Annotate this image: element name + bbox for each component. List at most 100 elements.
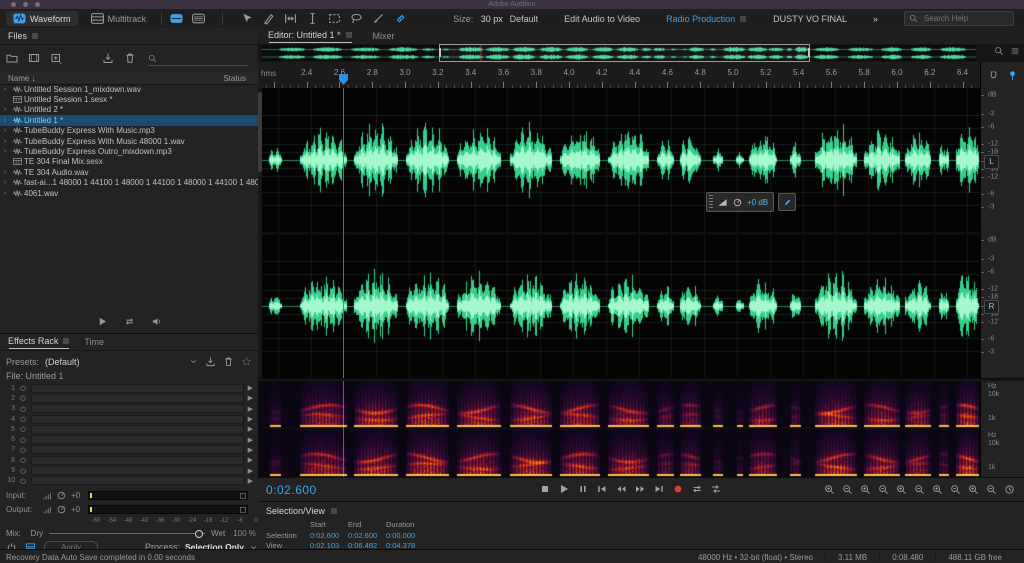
- slot-power-icon[interactable]: [19, 467, 27, 475]
- razor-tool-icon[interactable]: [262, 12, 275, 25]
- volume-hud[interactable]: +0 dB: [706, 193, 796, 211]
- workspace-edit-audio-to-video[interactable]: Edit Audio to Video: [564, 14, 640, 24]
- zoom-out-time-button[interactable]: [840, 482, 854, 496]
- skip-selection-button[interactable]: [709, 482, 723, 496]
- panel-menu-icon[interactable]: [31, 32, 39, 40]
- effect-slot-4[interactable]: 4▶: [0, 414, 258, 424]
- mix-slider[interactable]: [49, 533, 205, 534]
- workspace-default[interactable]: Default: [510, 14, 539, 24]
- tab-selection-view[interactable]: Selection/View: [266, 506, 338, 516]
- multitrack-mode-button[interactable]: Multitrack: [84, 11, 154, 26]
- panel-menu-icon[interactable]: [330, 507, 338, 515]
- effect-slot-9[interactable]: 9▶: [0, 465, 258, 475]
- rewind-button[interactable]: [614, 482, 628, 496]
- file-row[interactable]: ›TE 304 Audio.wav: [0, 167, 258, 177]
- waveform-canvas[interactable]: [262, 88, 980, 378]
- effect-slot-5[interactable]: 5▶: [0, 424, 258, 434]
- input-knob-icon[interactable]: [56, 490, 67, 501]
- effect-slot-3[interactable]: 3▶: [0, 404, 258, 414]
- presets-dropdown-icon[interactable]: [189, 357, 198, 366]
- waveform-view-icon[interactable]: [170, 12, 183, 25]
- tab-effects-rack[interactable]: Effects Rack: [8, 336, 70, 348]
- save-preset-icon[interactable]: [205, 356, 216, 367]
- hud-gain-value[interactable]: +0 dB: [747, 198, 768, 207]
- export-mixdown-icon[interactable]: [102, 52, 114, 64]
- zoom-out-amplitude-button[interactable]: [876, 482, 890, 496]
- effect-slot-1[interactable]: 1▶: [0, 383, 258, 393]
- stop-button[interactable]: [538, 482, 552, 496]
- effect-slot-6[interactable]: 6▶: [0, 434, 258, 444]
- go-to-start-button[interactable]: [595, 482, 609, 496]
- zoom-in-time-button[interactable]: [822, 482, 836, 496]
- marker-pin-icon[interactable]: [1007, 70, 1018, 81]
- selection-start[interactable]: 0:02.600: [310, 531, 348, 542]
- workspace-dusty-vo-final[interactable]: DUSTY VO FINAL: [773, 14, 847, 24]
- file-row[interactable]: ›fast-ai...1 48000 1 44100 1 48000 1 441…: [0, 178, 258, 188]
- slot-power-icon[interactable]: [19, 436, 27, 444]
- zoom-to-in-point-button[interactable]: [894, 482, 908, 496]
- workspace-overflow-chevrons[interactable]: »: [873, 14, 878, 24]
- timeline-ruler[interactable]: hms 2.42.62.83.03.23.43.63.84.04.24.44.6…: [258, 62, 1024, 89]
- loop-playback-button[interactable]: [690, 482, 704, 496]
- file-row[interactable]: TE 304 Final Mix.sesx: [0, 157, 258, 167]
- slot-power-icon[interactable]: [19, 425, 27, 433]
- tab-editor[interactable]: Editor: Untitled 1 *: [268, 30, 353, 42]
- selection-end[interactable]: 0:02.600: [348, 531, 386, 542]
- channel-badge-r[interactable]: R: [984, 300, 999, 314]
- tab-files[interactable]: Files: [8, 31, 39, 41]
- tab-time[interactable]: Time: [84, 337, 104, 347]
- play-button[interactable]: [557, 482, 571, 496]
- channel-badge-l[interactable]: L: [984, 155, 999, 169]
- go-to-end-button[interactable]: [652, 482, 666, 496]
- spectral-display[interactable]: Hz10k1kHz10k1k: [258, 381, 1024, 477]
- file-row[interactable]: ›TubeBuddy Express With Music.mp3: [0, 126, 258, 136]
- file-row[interactable]: ›TubeBuddy Express Outro_mixdown.mp3: [0, 146, 258, 156]
- view-range-box[interactable]: [439, 44, 810, 62]
- range-left-handle[interactable]: [439, 48, 441, 57]
- marquee-selection-tool-icon[interactable]: [328, 12, 341, 25]
- name-column-header[interactable]: Name ↓: [8, 74, 36, 83]
- file-row[interactable]: ›Untitled Session 1_mixdown.wav: [0, 84, 258, 94]
- zoom-navigator[interactable]: [258, 44, 1024, 62]
- hud-drag-grip[interactable]: [709, 195, 713, 209]
- input-gain-value[interactable]: +0: [71, 491, 80, 500]
- file-row[interactable]: ›TubeBuddy Express With Music 48000 1.wa…: [0, 136, 258, 146]
- mix-slider-handle[interactable]: [195, 530, 203, 538]
- preview-loop-icon[interactable]: [124, 316, 135, 327]
- time-selection-tool-icon[interactable]: [306, 12, 319, 25]
- zoom-in-amplitude-button[interactable]: [858, 482, 872, 496]
- favorite-icon[interactable]: [241, 356, 252, 367]
- output-knob-icon[interactable]: [56, 504, 67, 515]
- slot-power-icon[interactable]: [19, 456, 27, 464]
- zoom-to-out-point-button[interactable]: [912, 482, 926, 496]
- zoom-to-selection-button[interactable]: [930, 482, 944, 496]
- navigator-zoom-icon[interactable]: [994, 46, 1004, 56]
- delete-preset-icon[interactable]: [223, 356, 234, 367]
- zoom-out-button[interactable]: [984, 482, 998, 496]
- waveform-display[interactable]: +0 dB dB-3-6-12-18-∞-18-12-6-3LdB-3-6-12…: [258, 88, 1024, 378]
- spectral-view-icon[interactable]: [192, 12, 205, 25]
- open-file-icon[interactable]: [6, 52, 18, 64]
- tab-mixer[interactable]: Mixer: [373, 31, 395, 41]
- hud-knob-icon[interactable]: [732, 197, 743, 208]
- snapping-clock-button[interactable]: [1002, 482, 1016, 496]
- workspace-radio-production[interactable]: Radio Production: [666, 14, 747, 24]
- presets-value[interactable]: (Default): [45, 357, 80, 367]
- slot-power-icon[interactable]: [19, 405, 27, 413]
- paintbrush-selection-tool-icon[interactable]: [372, 12, 385, 25]
- move-tool-icon[interactable]: [240, 12, 253, 25]
- status-column-header[interactable]: Status: [223, 74, 246, 83]
- file-row[interactable]: ›Untitled 2 *: [0, 105, 258, 115]
- slot-power-icon[interactable]: [19, 415, 27, 423]
- output-gain-value[interactable]: +0: [71, 505, 80, 514]
- zoom-in-button[interactable]: [966, 482, 980, 496]
- record-button[interactable]: [671, 482, 685, 496]
- new-item-icon[interactable]: [50, 52, 62, 64]
- effect-slot-10[interactable]: 10▶: [0, 476, 258, 486]
- magnet-snap-icon[interactable]: [988, 70, 999, 81]
- slot-power-icon[interactable]: [19, 384, 27, 392]
- effect-slot-2[interactable]: 2▶: [0, 393, 258, 403]
- fast-forward-button[interactable]: [633, 482, 647, 496]
- zoom-out-full-button[interactable]: [948, 482, 962, 496]
- file-row[interactable]: Untitled Session 1.sesx *: [0, 94, 258, 104]
